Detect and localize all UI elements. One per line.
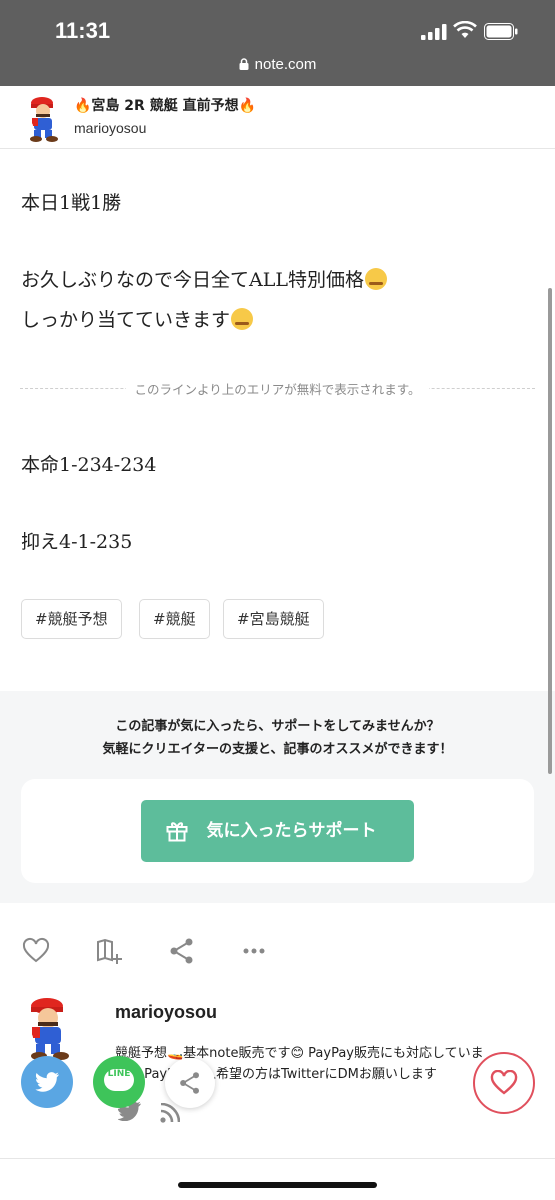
share-more-button[interactable] (165, 1058, 215, 1108)
paywall-divider: このラインより上のエリアが無料で表示されます。 (20, 378, 535, 398)
bottom-divider (0, 1158, 555, 1159)
battery-icon (484, 23, 518, 40)
support-message-2: 気軽にクリエイターの支援と、記事のオススメができます！ (102, 742, 453, 757)
article-line-price: お久しぶりなので今日全てALL特別価格 (21, 265, 387, 292)
share-twitter-button[interactable] (21, 1056, 73, 1108)
article-title: 🔥宮島 2R 競艇 直前予想🔥 (74, 98, 257, 114)
gift-icon (166, 822, 188, 842)
like-icon[interactable] (22, 937, 50, 965)
scrollbar[interactable] (548, 288, 552, 774)
magazine-add-icon[interactable] (96, 937, 124, 965)
support-section: この記事が気に入ったら、サポートをしてみませんか？ 気軽にクリエイターの支援と、… (0, 691, 555, 903)
heart-icon (490, 1070, 518, 1095)
paywall-notice: このラインより上のエリアが無料で表示されます。 (126, 382, 429, 397)
article-line-promise: しっかり当てていきます (21, 305, 254, 332)
hashtag-miyajima-boat-race[interactable]: #宮島競艇 (223, 599, 324, 639)
support-button[interactable]: 気に入ったらサポート (141, 800, 414, 862)
support-button-label: 気に入ったらサポート (206, 821, 377, 841)
more-icon[interactable] (240, 937, 268, 965)
author-name[interactable]: marioyosou (115, 1002, 217, 1023)
lock-icon (239, 58, 249, 70)
status-time: 11:31 (55, 18, 111, 43)
hashtag-boat-race-prediction[interactable]: #競艇予想 (21, 599, 122, 639)
browser-status-bar: 11:31 note.com (0, 0, 555, 86)
author-rss-icon[interactable] (160, 1103, 180, 1123)
support-card: 気に入ったらサポート (21, 779, 534, 883)
article-line-promise-text: しっかり当てていきます (21, 309, 231, 331)
wifi-icon (453, 21, 477, 38)
article-line-price-text: お久しぶりなので今日全てALL特別価格 (21, 269, 364, 291)
address-bar[interactable]: note.com (0, 56, 555, 73)
home-indicator[interactable] (178, 1182, 377, 1188)
article-header: 🔥宮島 2R 競艇 直前予想🔥 marioyosou (0, 86, 555, 149)
line-logo-text: LINE (107, 1069, 131, 1079)
author-avatar[interactable] (22, 94, 64, 142)
kissing-emoji-icon (231, 308, 254, 330)
share-icon[interactable] (168, 937, 196, 965)
cellular-signal-icon (421, 24, 447, 40)
header-author-name[interactable]: marioyosou (74, 120, 146, 136)
support-message-1: この記事が気に入ったら、サポートをしてみませんか？ (115, 719, 440, 734)
floating-like-button[interactable] (473, 1052, 535, 1114)
author-bio-line-1: 競艇予想🚤基本note販売です😊 PayPay販売にも対応していま (115, 1046, 484, 1061)
twitter-icon (35, 1072, 59, 1092)
author-profile-avatar[interactable] (19, 994, 79, 1060)
url-text: note.com (254, 56, 317, 73)
share-line-button[interactable]: LINE (93, 1056, 145, 1108)
article-line-backup-pick: 抑え4-1-235 (21, 531, 133, 553)
hashtag-boat-race[interactable]: #競艇 (139, 599, 210, 639)
article-line-record: 本日1戦1勝 (21, 192, 122, 214)
smiling-hearts-emoji-icon (364, 268, 387, 290)
share-icon (180, 1072, 199, 1094)
article-line-main-pick: 本命1-234-234 (21, 454, 157, 476)
